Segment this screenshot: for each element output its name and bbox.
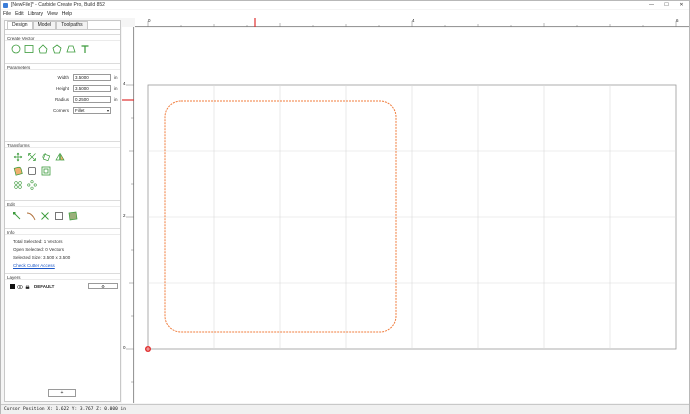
- chevron-down-icon: ▾: [106, 108, 109, 113]
- polygon-alt-icon[interactable]: [66, 44, 76, 54]
- width-input[interactable]: 3.5000: [73, 74, 111, 81]
- height-unit: in: [114, 86, 118, 91]
- edit-header: Edit: [5, 200, 120, 207]
- layer-name: DEFAULT: [34, 284, 55, 289]
- menu-bar: File Edit Library View Help: [1, 10, 689, 18]
- create-vector-header: Create Vector: [5, 34, 120, 41]
- mirror-icon[interactable]: [55, 152, 65, 162]
- eye-icon[interactable]: [16, 284, 24, 289]
- width-label: Width: [57, 75, 69, 80]
- tab-design[interactable]: Design: [7, 21, 33, 29]
- ruler-x-label-0: 0: [148, 18, 151, 23]
- info-open-selected: Open Selected: 0 Vectors: [13, 247, 65, 252]
- info-selected-size: Selected Size: 3.500 x 3.500: [13, 255, 71, 260]
- pentagon-icon[interactable]: [52, 44, 62, 54]
- status-bar: Cursor Position X: 1.622 Y: 3.767 Z: 0.0…: [1, 404, 689, 414]
- app-icon: [3, 2, 8, 8]
- menu-library[interactable]: Library: [26, 11, 45, 17]
- scale-icon[interactable]: [27, 152, 37, 162]
- cursor-position-readout: Cursor Position X: 1.622 Y: 3.767 Z: 0.0…: [4, 407, 126, 412]
- curve-icon[interactable]: [26, 211, 36, 221]
- rotate-icon[interactable]: [41, 152, 51, 162]
- title-bar: [NewFile]* - Carbide Create Pro, Build 8…: [1, 1, 689, 9]
- minimize-button[interactable]: —: [644, 1, 659, 9]
- ruler-y-label-2: 2: [123, 213, 126, 218]
- ruler-x-label-4: 4: [412, 18, 415, 23]
- height-label: Height: [55, 86, 69, 91]
- vertical-ruler: 4 2 0: [122, 27, 134, 403]
- radius-input[interactable]: 0.2500: [73, 96, 111, 103]
- close-button[interactable]: ✕: [674, 1, 689, 9]
- trim-icon[interactable]: [40, 211, 50, 221]
- array-icon[interactable]: [13, 180, 23, 190]
- tab-model[interactable]: Model: [32, 21, 57, 29]
- menu-help[interactable]: Help: [60, 11, 74, 17]
- corners-label: Corners: [52, 108, 69, 113]
- tab-toolpaths[interactable]: Toolpaths: [56, 21, 88, 29]
- info-total-selected: Total Selected: 1 Vectors: [13, 239, 63, 244]
- node-edit-icon[interactable]: [12, 211, 22, 221]
- move-icon[interactable]: [13, 152, 23, 162]
- layer-settings-button[interactable]: ⚙: [88, 283, 118, 289]
- circular-array-icon[interactable]: [27, 180, 37, 190]
- radius-unit: in: [114, 97, 118, 102]
- transforms-header: Transforms: [5, 141, 120, 148]
- offset-icon[interactable]: [27, 166, 37, 176]
- polygon-icon[interactable]: [38, 44, 48, 54]
- canvas-svg[interactable]: [135, 28, 689, 403]
- menu-edit[interactable]: Edit: [13, 11, 26, 17]
- design-canvas[interactable]: [135, 28, 689, 403]
- height-input[interactable]: 3.5000: [73, 85, 111, 92]
- fillet-icon[interactable]: [13, 166, 23, 176]
- circle-icon[interactable]: [11, 44, 21, 54]
- left-panel: Design Model Toolpaths Create Vector Par…: [4, 20, 121, 402]
- maximize-button[interactable]: ☐: [659, 1, 674, 9]
- gear-icon: ⚙: [101, 284, 105, 289]
- layer-color-swatch[interactable]: [10, 284, 15, 289]
- lock-icon[interactable]: [25, 284, 31, 289]
- layer-row-default[interactable]: DEFAULT ⚙: [8, 283, 119, 290]
- text-icon[interactable]: [80, 44, 90, 54]
- ruler-y-label-0: 0: [123, 345, 126, 350]
- ruler-x-label-6: 6: [676, 18, 679, 23]
- add-layer-button[interactable]: +: [48, 389, 76, 397]
- width-unit: in: [114, 75, 118, 80]
- panel-tabs: Design Model Toolpaths: [7, 21, 88, 29]
- window-title: [NewFile]* - Carbide Create Pro, Build 8…: [11, 2, 105, 8]
- corners-select[interactable]: Fillet ▾: [73, 107, 111, 114]
- layers-header: Layers: [5, 273, 120, 280]
- join-icon[interactable]: [54, 211, 64, 221]
- parameters-header: Parameters: [5, 63, 120, 70]
- menu-file[interactable]: File: [1, 11, 13, 17]
- info-header: Info: [5, 228, 120, 235]
- radius-label: Radius: [54, 97, 69, 102]
- window-controls: — ☐ ✕: [644, 1, 689, 9]
- menu-view[interactable]: View: [45, 11, 60, 17]
- check-cutter-access-link[interactable]: Check Cutter Access: [13, 263, 55, 268]
- horizontal-ruler: 0 4 6: [135, 18, 689, 27]
- design-panel: Create Vector Parameters Width 3.5000 in…: [5, 29, 120, 401]
- boundary-icon[interactable]: [68, 211, 78, 221]
- ruler-y-label-4: 4: [123, 81, 126, 86]
- rectangle-icon[interactable]: [24, 44, 34, 54]
- boolean-icon[interactable]: [41, 166, 51, 176]
- corners-value: Fillet: [75, 108, 85, 113]
- app-window: [NewFile]* - Carbide Create Pro, Build 8…: [0, 0, 690, 414]
